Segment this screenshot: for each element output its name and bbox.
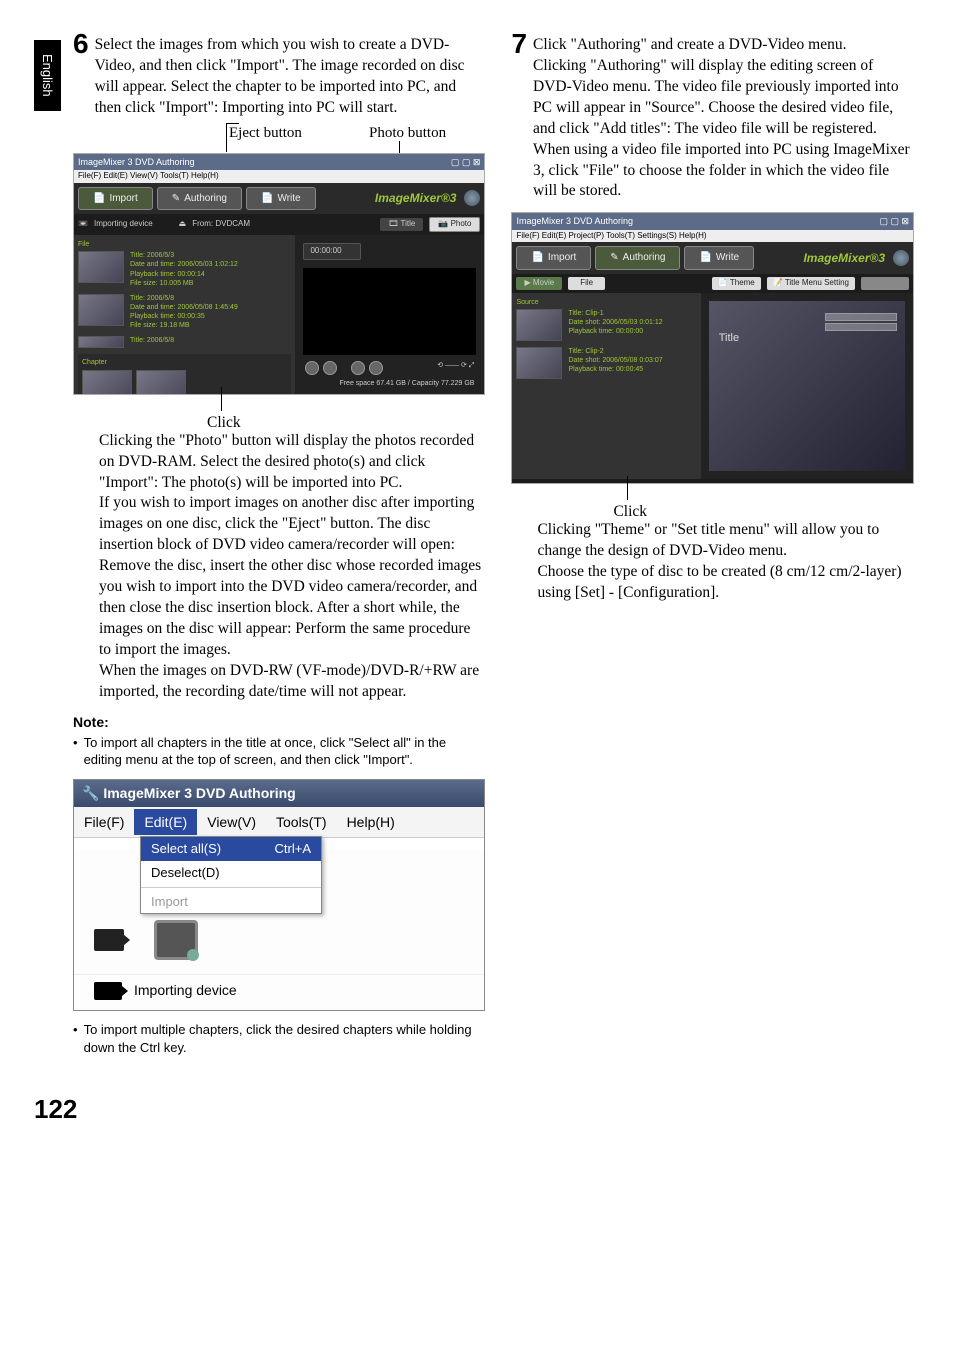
menu-tools[interactable]: Tools(T)	[266, 809, 337, 836]
capacity-label: 0.001 GB/4.700 GB	[846, 483, 907, 485]
file-header: File	[78, 239, 291, 251]
note-heading: Note:	[73, 713, 485, 732]
eject-paragraph: If you wish to import images on another …	[99, 493, 485, 660]
preview-title-label: Title	[719, 331, 739, 346]
free-space-label: Free space 67.41 GB / Capacity 77.229 GB	[299, 377, 480, 390]
menu-preview: Title	[709, 301, 905, 471]
menu-import-item: Import	[141, 890, 321, 914]
photo-callout: Photo button	[369, 123, 446, 143]
edit-dropdown: Select all(S)Ctrl+A Deselect(D) Import	[140, 836, 322, 914]
brand-label: ImageMixer®3	[803, 250, 885, 266]
chapter-thumb[interactable]	[136, 370, 186, 395]
from-label: From: DVDCAM	[192, 219, 250, 230]
menu-select-all[interactable]: Select all(S)Ctrl+A	[141, 837, 321, 861]
window-title: ImageMixer 3 DVD Authoring	[516, 215, 633, 227]
step-7-text-1: Click "Authoring" and create a DVD-Video…	[533, 35, 914, 56]
time-display: 00:00:00	[303, 243, 361, 260]
menu-window-title: 🔧 ImageMixer 3 DVD Authoring	[74, 780, 484, 807]
window-controls: ▢ ▢ ⊠	[451, 156, 481, 168]
preview-area	[303, 268, 476, 356]
source-row-2[interactable]: Title: Clip-2 Date shot: 2006/05/08 0:03…	[516, 347, 696, 379]
step-7-number: 7	[511, 30, 527, 58]
step-6-text: Select the images from which you wish to…	[95, 30, 486, 119]
menu-view[interactable]: View(V)	[197, 809, 266, 836]
eject-callout: Eject button	[229, 123, 302, 143]
window-controls: ▢ ▢ ⊠	[879, 215, 909, 227]
playback-controls[interactable]: ⟲ —— ⟳ ⤢	[299, 359, 480, 377]
menu-deselect[interactable]: Deselect(D)	[141, 861, 321, 885]
toolbar-authoring[interactable]: ✎ Authoring	[595, 246, 680, 270]
menu-help[interactable]: Help(H)	[337, 809, 405, 836]
file-row-1[interactable]: Title: 2006/5/3 Date and time: 2006/05/0…	[78, 251, 291, 287]
disc-type-paragraph: Choose the type of disc to be created (8…	[537, 562, 914, 604]
vf-mode-paragraph: When the images on DVD-RW (VF-mode)/DVD-…	[99, 661, 485, 703]
menubar: File(F) Edit(E) Project(P) Tools(T) Sett…	[512, 230, 913, 243]
device-icon	[94, 982, 122, 1000]
title-menu-setting-button[interactable]: 📝 Title Menu Setting	[767, 277, 855, 290]
edit-menu-screenshot: 🔧 ImageMixer 3 DVD Authoring File(F) Edi…	[73, 779, 485, 1011]
import-screenshot: ImageMixer 3 DVD Authoring ▢ ▢ ⊠ File(F)…	[73, 153, 485, 395]
right-column: 7 Click "Authoring" and create a DVD-Vid…	[511, 30, 914, 1056]
toolbar-write[interactable]: 📄 Write	[246, 187, 316, 211]
menubar: File(F) Edit(E) View(V) Tools(T) Help(H)	[74, 170, 484, 183]
device-label: Importing device	[134, 981, 237, 1000]
bullet-icon: •	[73, 734, 78, 769]
menu-edit[interactable]: Edit(E)	[134, 809, 197, 836]
chapter-header: Chapter	[82, 358, 287, 369]
menu-file[interactable]: File(F)	[74, 809, 134, 836]
camera-icon	[94, 929, 124, 951]
toolbar-import[interactable]: 📄 Import	[78, 187, 153, 211]
page-number: 122	[34, 1094, 954, 1125]
file-tab[interactable]: File	[568, 277, 605, 290]
note-2: To import multiple chapters, click the d…	[84, 1021, 486, 1056]
step-6-number: 6	[73, 30, 89, 58]
authoring-icon	[154, 920, 198, 960]
authoring-screenshot: ImageMixer 3 DVD Authoring ▢ ▢ ⊠ File(F)…	[511, 212, 914, 484]
note-1: To import all chapters in the title at o…	[84, 734, 486, 769]
theme-paragraph: Clicking "Theme" or "Set title menu" wil…	[537, 520, 914, 562]
file-row-2[interactable]: Title: 2006/5/8 Date and time: 2006/05/0…	[78, 294, 291, 330]
source-row-1[interactable]: Title: Clip-1 Date shot: 2006/05/03 0:01…	[516, 309, 696, 341]
toolbar-write[interactable]: 📄 Write	[684, 246, 754, 270]
toolbar-import[interactable]: 📄 Import	[516, 246, 591, 270]
step-7-text-2: Clicking "Authoring" will display the ed…	[533, 56, 914, 140]
source-header: Source	[516, 297, 696, 309]
brand-label: ImageMixer®3	[375, 190, 457, 206]
bullet-icon: •	[73, 1021, 78, 1056]
click-callout: Click	[613, 502, 647, 523]
chapter-thumb[interactable]	[82, 370, 132, 395]
importing-device-label: Importing device	[94, 219, 153, 230]
window-title: ImageMixer 3 DVD Authoring	[78, 156, 195, 168]
step-7-text-3: When using a video file imported into PC…	[533, 140, 914, 203]
disc-icon	[893, 250, 909, 266]
language-tab: English	[34, 40, 61, 111]
click-callout: Click	[207, 413, 241, 434]
file-row-3[interactable]: Title: 2006/5/8	[78, 336, 291, 348]
photo-paragraph: Clicking the "Photo" button will display…	[99, 431, 485, 494]
theme-button[interactable]: 📄 Theme	[712, 277, 761, 290]
toolbar-authoring[interactable]: ✎ Authoring	[157, 187, 242, 211]
disc-icon	[464, 190, 480, 206]
left-column: 6 Select the images from which you wish …	[73, 30, 485, 1056]
